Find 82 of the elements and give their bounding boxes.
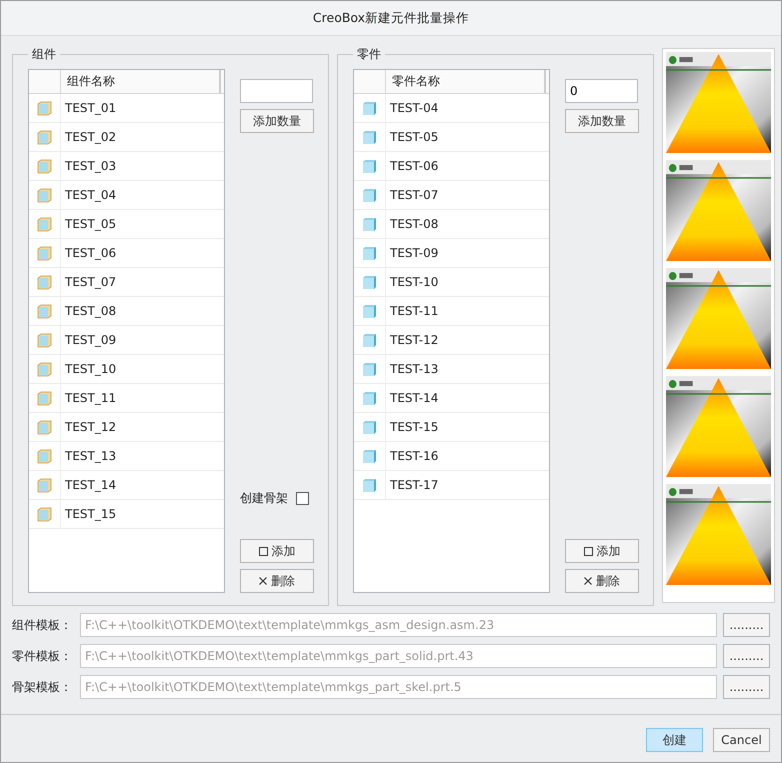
add-button[interactable]: 添加 [565,539,639,563]
table-cell[interactable]: TEST_04 [61,181,224,209]
cube-icon [362,390,377,406]
assembly-icon [37,448,52,464]
table-cell[interactable]: TEST_11 [61,384,224,412]
assembly-icon [37,362,52,376]
group-title: 组件 [31,46,57,63]
table-cell[interactable]: TEST-16 [386,442,549,470]
assembly-icon [37,158,52,174]
column-header: 零件名称 [386,70,546,93]
delete-button[interactable]: 删除 [240,569,314,593]
table-cell[interactable]: TEST-08 [386,210,549,238]
table-cell[interactable]: TEST_12 [61,413,224,441]
assembly-icon [37,332,52,348]
close-icon [259,577,267,585]
add-button[interactable]: 添加 [240,539,314,563]
table-cell[interactable]: TEST_08 [61,297,224,325]
count-field[interactable]: 0 [565,79,638,103]
table-cell[interactable]: TEST_07 [61,268,224,296]
table-cell[interactable]: TEST-05 [386,123,549,151]
table-cell[interactable]: TEST_06 [61,239,224,267]
table-cell[interactable]: TEST_02 [61,123,224,151]
cube-icon [362,130,377,144]
cube-icon [362,274,377,290]
table-cell[interactable]: TEST-04 [386,94,549,122]
assembly-icon [37,188,52,202]
cube-icon [362,304,377,318]
table-cell[interactable]: TEST_14 [61,471,224,499]
table-cell[interactable]: TEST-14 [386,384,549,412]
checkbox-label: 创建骨架 [240,490,288,507]
add-count-button[interactable]: 添加数量 [240,109,314,133]
cancel-button[interactable]: Cancel [713,728,770,752]
table-cell[interactable]: TEST_10 [61,355,224,383]
assembly-icon [37,304,52,318]
table-cell[interactable]: TEST-17 [386,471,549,499]
template-label: 组件模板： [12,616,73,634]
assembly-icon [37,478,52,492]
table-cell[interactable]: TEST_01 [61,94,224,122]
assembly-icon [37,420,52,434]
table-cell[interactable]: TEST-13 [386,355,549,383]
add-count-button[interactable]: 添加数量 [565,109,639,133]
template-label: 零件模板： [12,648,73,664]
cube-icon [362,478,377,492]
assembly-icon [37,100,52,116]
square-icon [584,546,592,556]
column-header: 组件名称 [61,70,221,93]
checkbox[interactable] [296,492,309,505]
cube-icon [362,246,377,260]
table-cell[interactable]: TEST_03 [61,152,224,180]
cube-icon [362,188,377,202]
table-cell[interactable]: TEST_13 [61,442,224,470]
table-cell[interactable]: TEST-10 [386,268,549,296]
cube-icon [362,362,377,376]
table-cell[interactable]: TEST-12 [386,326,549,354]
assembly-icon [37,216,52,232]
table-cell[interactable]: TEST_09 [61,326,224,354]
cube-icon [362,332,377,348]
cube-icon [362,420,377,434]
table-cell[interactable]: TEST-15 [386,413,549,441]
template-label: 骨架模板： [12,678,73,696]
cube-icon [362,100,377,116]
create-button[interactable]: 创建 [646,728,703,752]
assembly-icon [37,506,52,522]
table-cell[interactable]: TEST_15 [61,500,224,528]
assembly-icon [37,390,52,406]
cube-icon [362,448,377,464]
table-cell[interactable]: TEST-11 [386,297,549,325]
cube-icon [362,158,377,174]
assembly-icon [37,246,52,260]
table-cell[interactable]: TEST-06 [386,152,549,180]
cube-icon [362,216,377,232]
table-cell[interactable]: TEST_05 [61,210,224,238]
square-icon [258,546,268,556]
table-cell[interactable]: TEST-09 [386,239,549,267]
window-title: CreoBox新建元件批量操作 [312,10,470,26]
assembly-icon [37,130,52,144]
assembly-icon [37,274,52,290]
group-title: 零件 [356,46,382,63]
delete-button[interactable]: 删除 [565,569,639,593]
table-cell[interactable]: TEST-07 [386,181,549,209]
count-field[interactable] [240,79,313,103]
close-icon [584,577,592,585]
